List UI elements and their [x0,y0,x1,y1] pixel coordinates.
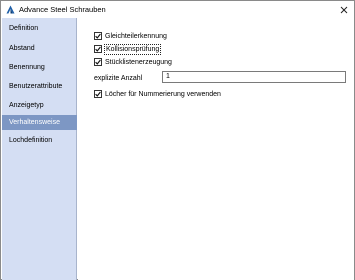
stuecklistenerzeugung-checkbox[interactable] [94,58,102,66]
sidebar-item-definition[interactable]: Definition [2,21,77,36]
gleichteilerkennung-checkbox[interactable] [94,32,102,40]
sidebar-item-label: Abstand [9,45,35,52]
sidebar-item-benennung[interactable]: Benennung [2,60,77,75]
kollisionspruefung-checkbox[interactable] [94,45,102,53]
sidebar-item-lochdefinition[interactable]: Lochdefinition [2,133,77,148]
sidebar-item-label: Lochdefinition [9,137,53,144]
checkmark-icon [95,91,101,97]
sidebar-item-label: Definition [9,25,39,32]
title-bar[interactable]: Advance Steel Schrauben [1,1,354,18]
explicit-count-label: explizite Anzahl [94,75,143,82]
sidebar-item-label: Anzeigetyp [9,102,44,109]
sidebar-item-anzeigetyp[interactable]: Anzeigetyp [2,98,77,113]
sidebar-item-label: Benutzerattribute [9,83,63,90]
checkbox-row-stuecklistenerzeugung[interactable]: Stücklistenerzeugung [94,57,172,67]
window-title: Advance Steel Schrauben [19,5,106,14]
sidebar-item-benutzerattribute[interactable]: Benutzerattribute [2,79,77,94]
checkbox-label: Gleichteilerkennung [105,32,167,40]
sidebar-item-label: Benennung [9,64,45,71]
sidebar-item-label: Verhaltensweise [9,119,60,126]
sidebar-item-verhaltensweise[interactable]: Verhaltensweise [2,115,77,130]
checkbox-label: Kollisionsprüfung [103,43,162,55]
autodesk-a-icon [6,5,15,14]
close-icon [340,6,347,13]
sidebar-item-abstand[interactable]: Abstand [2,41,77,56]
checkbox-label: Stücklistenerzeugung [105,58,172,66]
checkbox-row-hole-numbering[interactable]: Löcher für Nummerierung verwenden [94,89,221,99]
checkmark-icon [95,46,101,52]
checkmark-icon [95,59,101,65]
behavior-panel: Gleichteilerkennung Kollisionsprüfung St… [78,18,354,280]
close-button[interactable] [337,3,350,16]
dialog-window: Advance Steel Schrauben Definition Absta… [0,0,355,280]
checkbox-label: Löcher für Nummerierung verwenden [105,90,221,98]
sidebar: Definition Abstand Benennung Benutzeratt… [2,18,77,280]
explicit-count-input[interactable]: 1 [162,71,346,83]
checkbox-row-gleichteilerkennung[interactable]: Gleichteilerkennung [94,31,167,41]
hole-numbering-checkbox[interactable] [94,90,102,98]
checkbox-row-kollisionspruefung[interactable]: Kollisionsprüfung [94,43,162,55]
checkmark-icon [95,33,101,39]
